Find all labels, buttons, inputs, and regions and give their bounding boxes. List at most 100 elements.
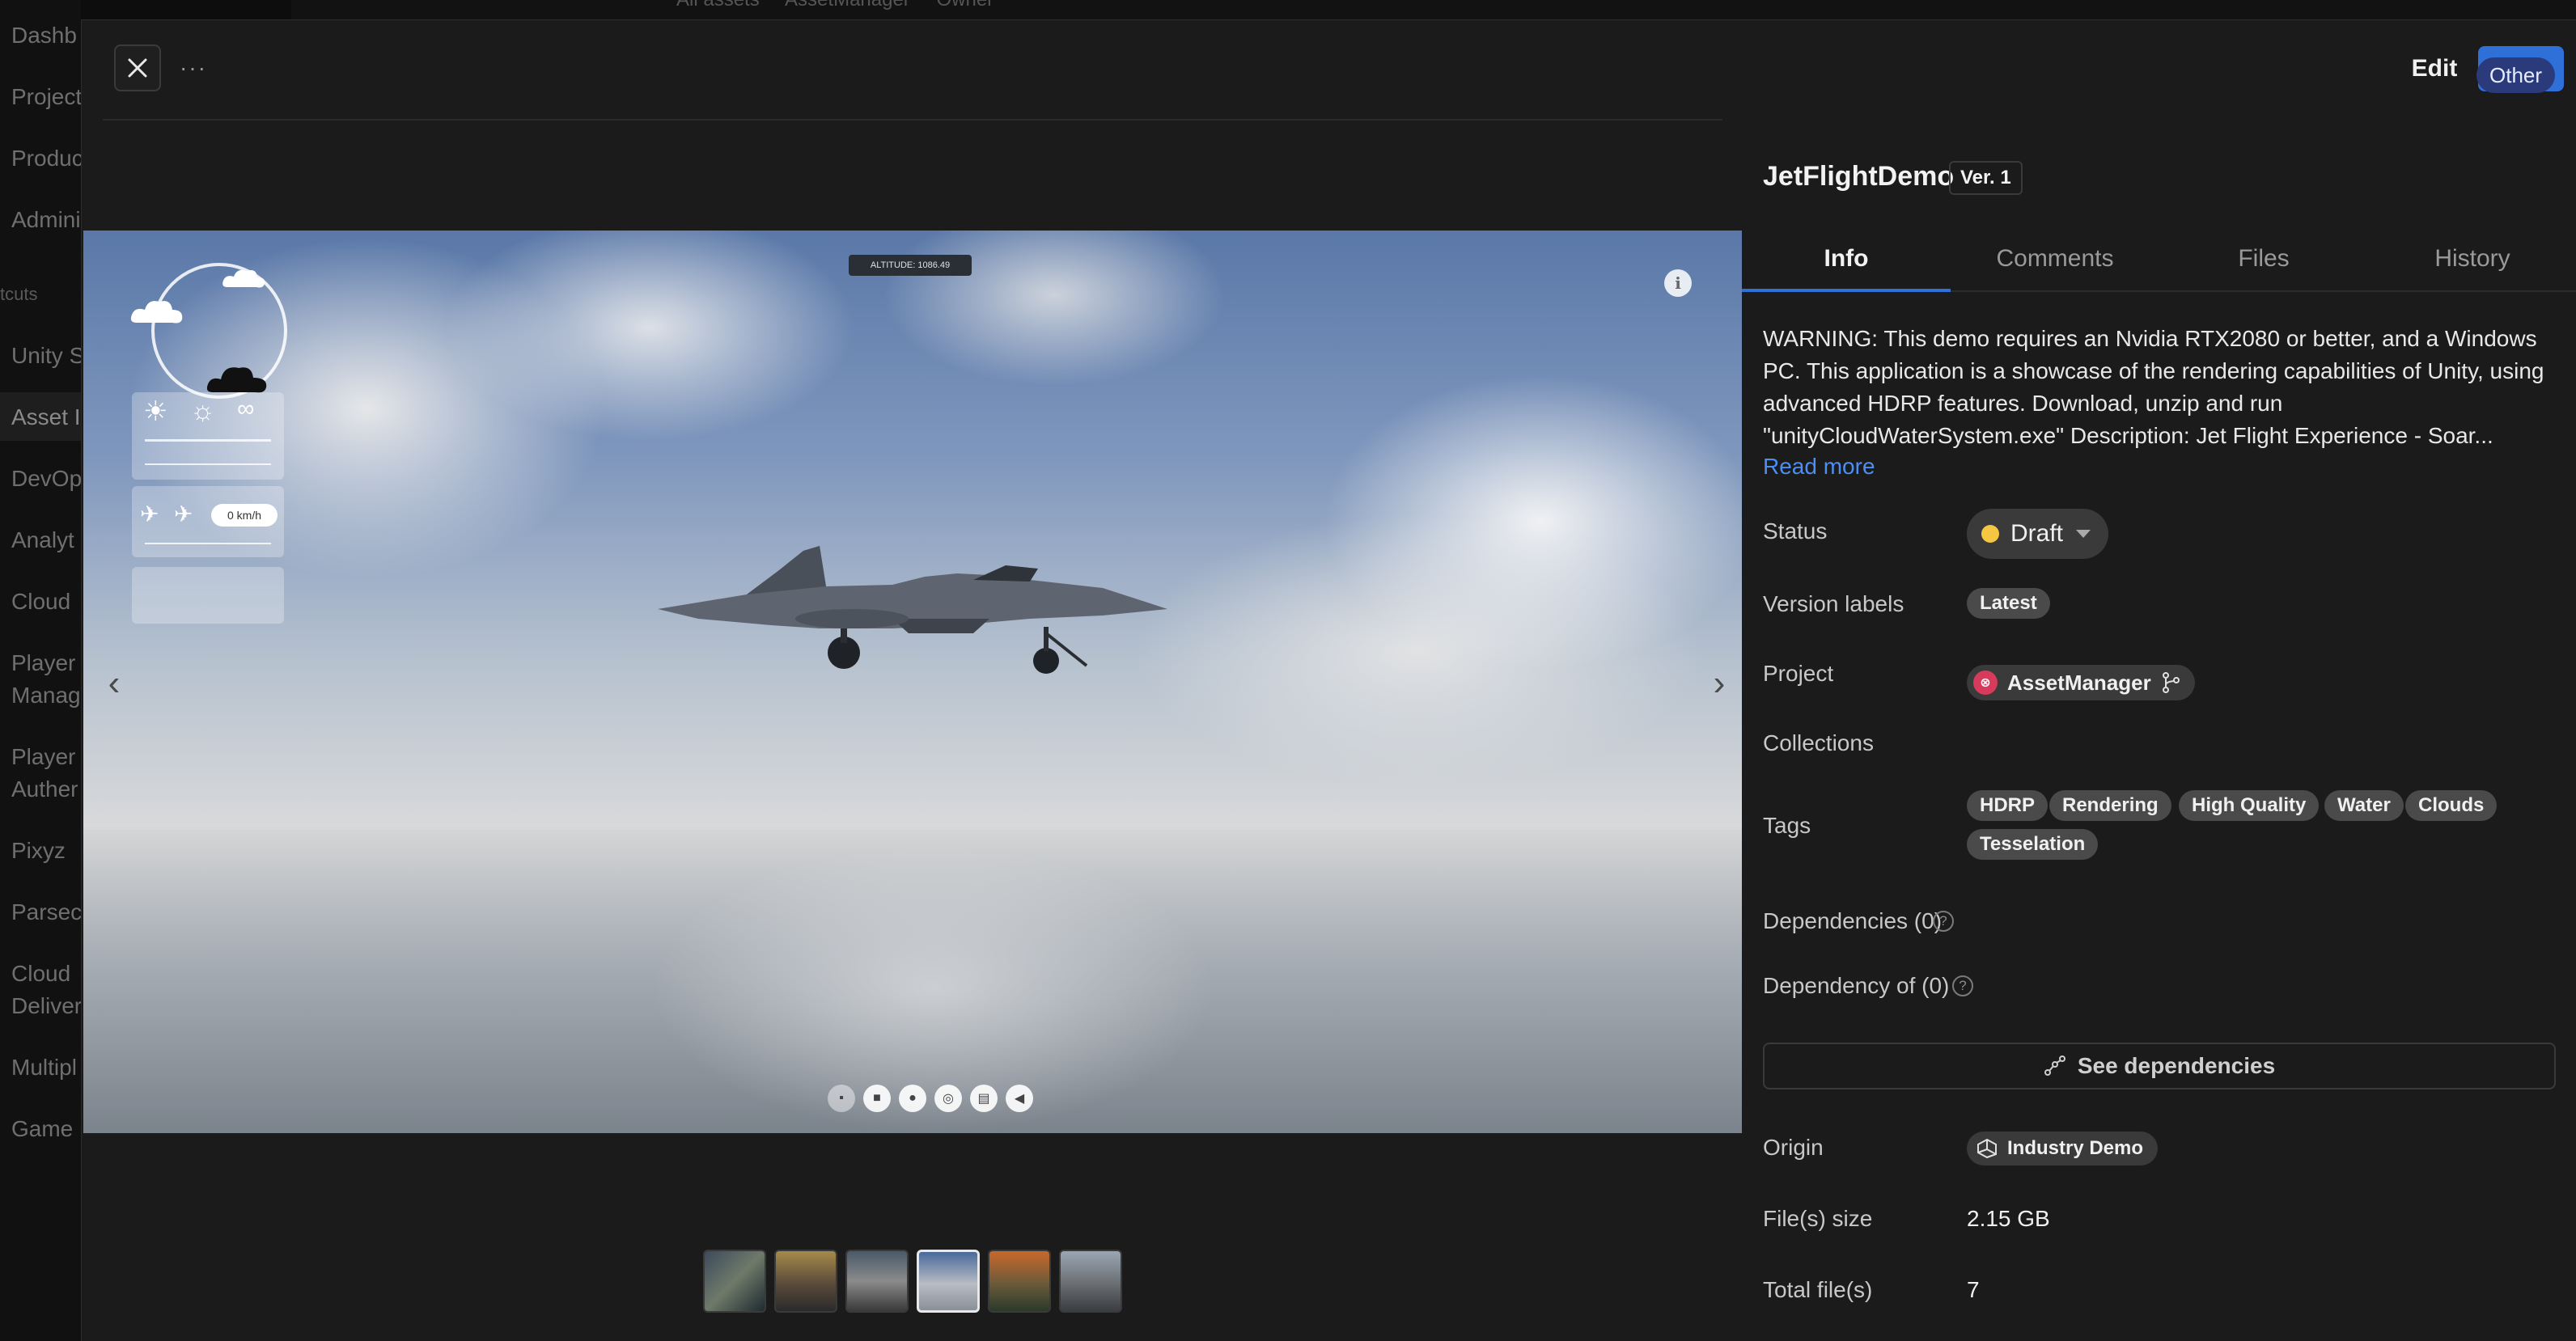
origin-chip[interactable]: Industry Demo bbox=[1967, 1132, 2159, 1165]
video-icon[interactable]: ● bbox=[899, 1085, 926, 1112]
weather-slider[interactable] bbox=[145, 439, 271, 442]
tab-history[interactable]: History bbox=[2368, 227, 2576, 290]
landing-icon[interactable]: ✈ bbox=[174, 501, 193, 527]
sidebar-section-shortcuts: tcuts bbox=[0, 284, 38, 304]
dependencies-label: Dependencies (0) bbox=[1763, 908, 1943, 933]
speed-slider[interactable] bbox=[145, 543, 271, 544]
tag-chip[interactable]: Water bbox=[2324, 790, 2404, 821]
sound-icon[interactable]: ◀ bbox=[1006, 1085, 1033, 1112]
thumbnail-4[interactable] bbox=[917, 1250, 980, 1313]
tab-info[interactable]: Info bbox=[1742, 227, 1951, 292]
sidebar-item-cloud[interactable]: Cloud bbox=[11, 586, 70, 618]
previous-image-button[interactable]: ‹ bbox=[98, 663, 130, 703]
thumbnail-2[interactable] bbox=[774, 1250, 837, 1313]
collections-label: Collections bbox=[1763, 730, 1874, 755]
asset-type-badge: Other bbox=[2476, 57, 2556, 93]
thumbnail-5[interactable] bbox=[988, 1250, 1051, 1313]
origin-value: Industry Demo bbox=[2007, 1137, 2144, 1159]
thumbnail-3[interactable] bbox=[845, 1250, 909, 1313]
status-dropdown[interactable]: Draft bbox=[1967, 509, 2109, 559]
sidebar-item-devops[interactable]: DevOp bbox=[11, 463, 82, 495]
sidebar-item-multiplayer[interactable]: Multipl bbox=[11, 1051, 77, 1084]
tags-label: Tags bbox=[1763, 813, 1811, 838]
sidebar-item-player-authentication-2[interactable]: Auther bbox=[11, 773, 78, 806]
header-divider bbox=[103, 119, 1722, 121]
more-options-button[interactable]: ··· bbox=[177, 44, 210, 91]
tag-chip[interactable]: HDRP bbox=[1967, 790, 2049, 821]
sun-icon[interactable]: ☀ bbox=[143, 396, 167, 428]
thumbnail-strip bbox=[703, 1250, 1122, 1313]
version-labels-label: Version labels bbox=[1763, 591, 1904, 616]
tag-chip[interactable]: High Quality bbox=[2179, 790, 2320, 821]
status-dot-icon bbox=[1981, 525, 1999, 543]
sidebar-item-pixyz[interactable]: Pixyz bbox=[11, 835, 66, 867]
camera-icon[interactable]: ■ bbox=[863, 1085, 891, 1112]
breadcrumb-item[interactable]: All assets bbox=[676, 0, 760, 11]
branch-icon bbox=[2162, 672, 2180, 693]
sidebar-item-administration[interactable]: Admini bbox=[11, 204, 81, 236]
background-topbar bbox=[291, 0, 2576, 21]
hide-ui-icon[interactable]: ◎ bbox=[934, 1085, 962, 1112]
sidebar-item-game[interactable]: Game bbox=[11, 1113, 73, 1145]
thumbnail-6[interactable] bbox=[1059, 1250, 1122, 1313]
edit-button[interactable]: Edit bbox=[2396, 46, 2473, 91]
detail-tabs: Info Comments Files History bbox=[1742, 227, 2576, 292]
tag-chip[interactable]: Clouds bbox=[2405, 790, 2498, 821]
breadcrumb-item[interactable]: Owner bbox=[936, 0, 994, 11]
sidebar-item-player-authentication[interactable]: Player bbox=[11, 741, 75, 773]
cloud-icon bbox=[130, 301, 183, 324]
options-panel bbox=[132, 567, 284, 624]
sidebar-item-cloud-delivery[interactable]: Cloud bbox=[11, 958, 70, 990]
see-dependencies-button[interactable]: See dependencies bbox=[1763, 1043, 2556, 1089]
read-more-link[interactable]: Read more bbox=[1763, 454, 1875, 480]
camera-off-icon[interactable]: ▪ bbox=[828, 1085, 855, 1112]
sidebar-item-unity[interactable]: Unity S bbox=[11, 340, 84, 372]
weather-slider-2[interactable] bbox=[145, 463, 271, 465]
chevron-down-icon bbox=[2076, 530, 2091, 538]
dependency-of-label: Dependency of (0) bbox=[1763, 973, 1950, 998]
asset-preview-viewer[interactable]: ALTITUDE: 1086.49 i ‹ › ☀ ☼ ∞ ✈ ✈ 0 km/h… bbox=[83, 231, 1742, 1133]
status-label: Status bbox=[1763, 518, 1828, 544]
total-files-value: 7 bbox=[1967, 1277, 1980, 1302]
sidebar-item-products[interactable]: Produc bbox=[11, 142, 83, 175]
sidebar-item-player-management[interactable]: Player bbox=[11, 647, 75, 679]
version-badge[interactable]: Ver. 1 bbox=[1949, 161, 2023, 195]
sidebar-item-cloud-delivery-2[interactable]: Deliver bbox=[11, 990, 82, 1022]
next-image-button[interactable]: › bbox=[1703, 663, 1735, 703]
tag-chip[interactable]: Rendering bbox=[2049, 790, 2171, 821]
graph-icon bbox=[2044, 1055, 2065, 1076]
weather-panel: ☀ ☼ ∞ bbox=[132, 392, 284, 480]
sunset-icon[interactable]: ☼ bbox=[190, 396, 215, 427]
tab-files[interactable]: Files bbox=[2159, 227, 2368, 290]
viewer-controls: ▪ ■ ● ◎ ▤ ◀ bbox=[828, 1085, 1033, 1112]
project-name: AssetManager bbox=[2007, 670, 2151, 695]
help-icon[interactable]: ? bbox=[1933, 911, 1954, 932]
sidebar-item-analytics[interactable]: Analyt bbox=[11, 524, 74, 556]
project-icon: ⊗ bbox=[1973, 670, 1998, 695]
project-label: Project bbox=[1763, 661, 1834, 686]
info-icon[interactable]: i bbox=[1664, 269, 1692, 297]
sidebar-item-projects[interactable]: Project bbox=[11, 81, 82, 113]
breadcrumb-item[interactable]: AssetManager bbox=[785, 0, 910, 11]
help-icon[interactable]: ? bbox=[1952, 975, 1973, 996]
loop-icon[interactable]: ∞ bbox=[237, 396, 254, 423]
controls-icon[interactable]: ▤ bbox=[970, 1085, 998, 1112]
speed-readout: 0 km/h bbox=[211, 504, 278, 527]
thumbnail-1[interactable] bbox=[703, 1250, 766, 1313]
sidebar-item-player-management-2[interactable]: Manag bbox=[11, 679, 81, 712]
tag-chip[interactable]: Tesselation bbox=[1967, 829, 2099, 860]
close-button[interactable] bbox=[114, 44, 161, 91]
asset-info-panel: JetFlightDemo Ver. 1 Info Comments Files… bbox=[1742, 121, 2576, 1341]
asset-title: JetFlightDemo bbox=[1763, 161, 1955, 192]
sidebar-item-asset-manager[interactable]: Asset I bbox=[11, 401, 81, 434]
file-size-value: 2.15 GB bbox=[1967, 1206, 2050, 1231]
takeoff-icon[interactable]: ✈ bbox=[140, 501, 159, 527]
version-label-chip[interactable]: Latest bbox=[1967, 588, 2050, 619]
sidebar-item-dashboard[interactable]: Dashb bbox=[11, 19, 77, 52]
tab-comments[interactable]: Comments bbox=[1951, 227, 2159, 290]
sidebar-item-parsec[interactable]: Parsec bbox=[11, 896, 82, 929]
asset-description: WARNING: This demo requires an Nvidia RT… bbox=[1763, 326, 2544, 448]
cloud-icon bbox=[222, 269, 265, 288]
flight-mode-panel: ✈ ✈ 0 km/h bbox=[132, 486, 284, 557]
project-chip[interactable]: ⊗ AssetManager bbox=[1967, 665, 2195, 700]
